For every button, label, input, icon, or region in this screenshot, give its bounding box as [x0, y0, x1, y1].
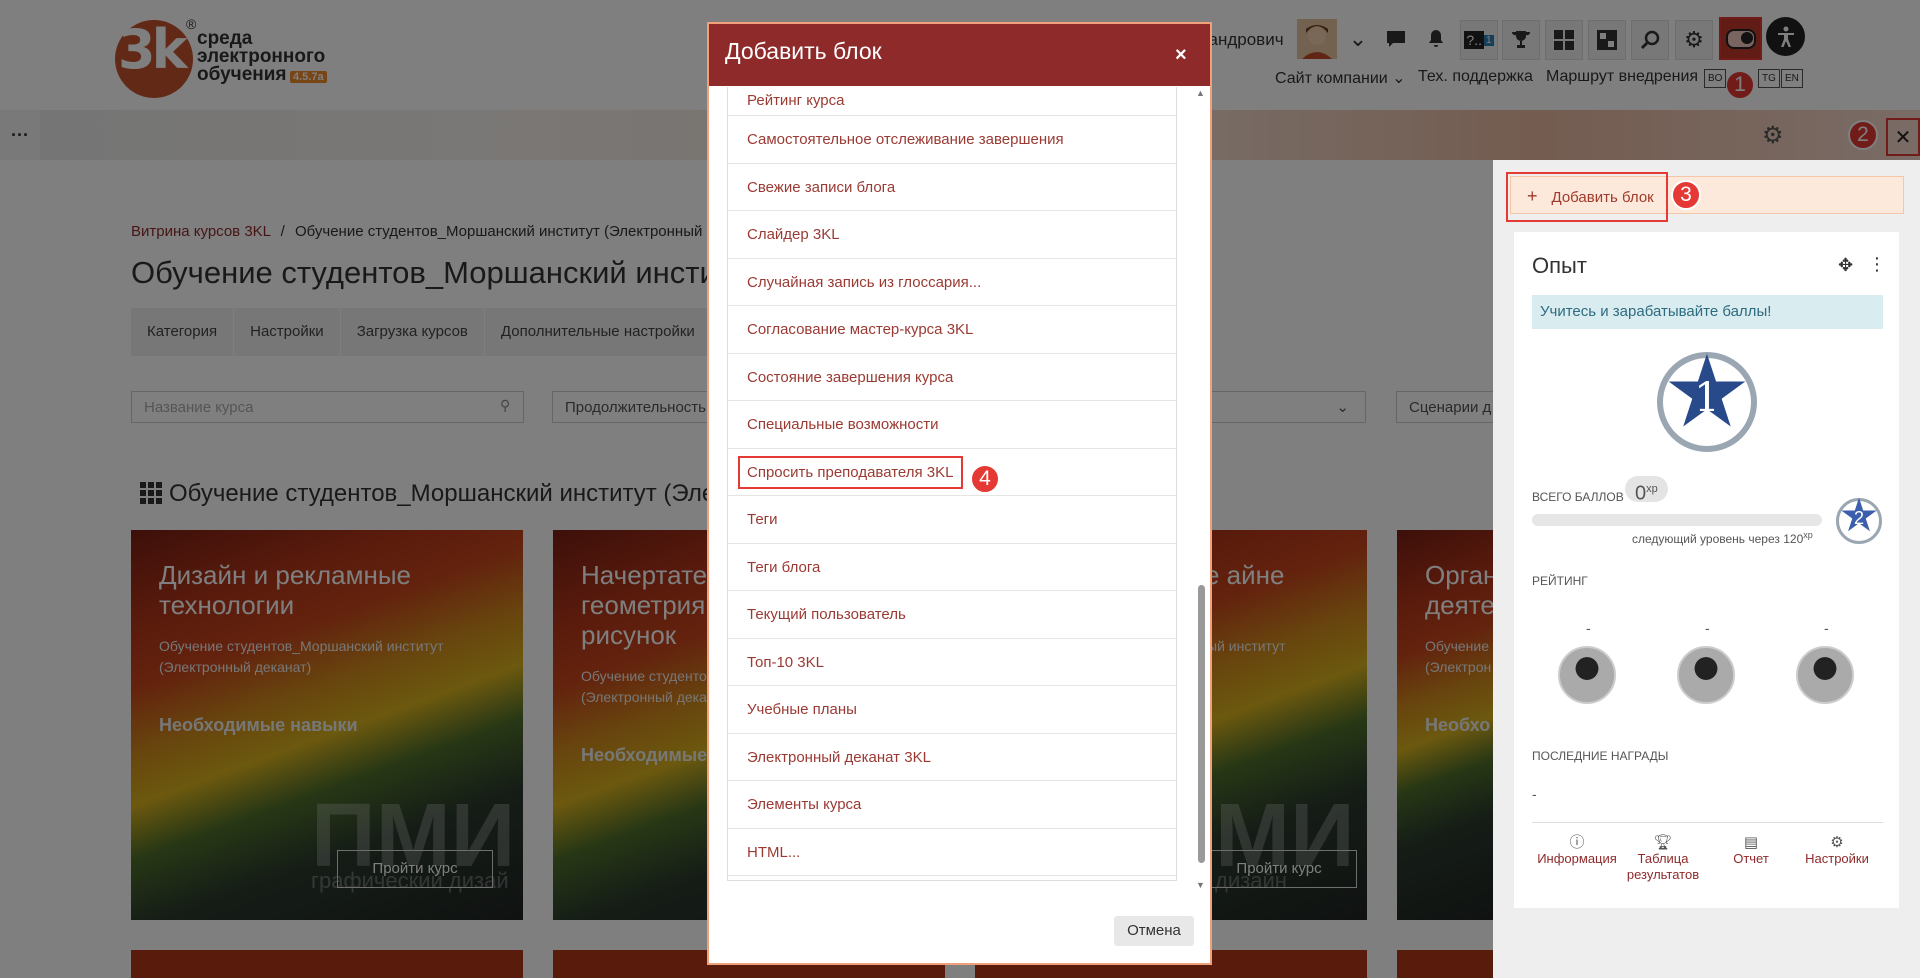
- block-option[interactable]: Теги блога: [728, 543, 1176, 591]
- next-level-points: 120: [1783, 532, 1804, 546]
- add-block-highlight: [1506, 172, 1668, 222]
- block-option[interactable]: Случайная запись из глоссария...: [728, 258, 1176, 306]
- xp-footer-info[interactable]: ⓘ Информация: [1537, 835, 1617, 867]
- block-option[interactable]: Свежие записи блога: [728, 163, 1176, 211]
- cancel-button[interactable]: Отмена: [1114, 916, 1194, 946]
- xp-block: [1514, 232, 1899, 908]
- report-icon: ▤: [1743, 834, 1759, 851]
- xp-footer-info-label: Информация: [1537, 851, 1617, 866]
- block-actions-icon[interactable]: ⋮: [1868, 254, 1886, 275]
- block-option[interactable]: Текущий пользователь: [728, 591, 1176, 639]
- scroll-down-arrow-icon[interactable]: ▼: [1196, 880, 1205, 890]
- next-level-label: следующий уровень через: [1632, 532, 1780, 546]
- total-points-value: 0: [1635, 482, 1647, 505]
- info-icon: ⓘ: [1569, 834, 1585, 851]
- xp-footer-report-label: Отчет: [1733, 851, 1769, 866]
- xp-unit: xp: [1646, 483, 1658, 495]
- block-option[interactable]: Теги: [728, 496, 1176, 544]
- block-option[interactable]: Состояние завершения курса: [728, 353, 1176, 401]
- xp-footer-report[interactable]: ▤ Отчет: [1711, 835, 1791, 867]
- block-option[interactable]: HTML...: [728, 828, 1176, 876]
- trophy-icon: 🏆︎: [1653, 834, 1673, 851]
- recent-awards-label: ПОСЛЕДНИЕ НАГРАДЫ: [1532, 749, 1669, 763]
- total-points-badge: 0xp: [1625, 476, 1668, 505]
- block-option[interactable]: Топ-10 3KL: [728, 638, 1176, 686]
- next-level-unit: xp: [1803, 530, 1813, 540]
- block-option[interactable]: Электронный деканат 3KL: [728, 733, 1176, 781]
- xp-footer-settings[interactable]: ⚙ Настройки: [1797, 835, 1877, 867]
- block-option[interactable]: Согласование мастер-курса 3KL: [728, 306, 1176, 354]
- block-option[interactable]: Специальные возможности: [728, 401, 1176, 449]
- rank-name: -: [1586, 620, 1591, 636]
- block-option[interactable]: Слайдер 3KL: [728, 211, 1176, 259]
- move-icon[interactable]: ✥: [1838, 255, 1853, 276]
- xp-alert: Учитесь и зарабатывайте баллы!: [1532, 295, 1883, 329]
- next-level-text: следующий уровень через 120xp: [1632, 530, 1813, 546]
- dialog-close-icon[interactable]: ×: [1175, 44, 1187, 67]
- rank-avatar: [1558, 646, 1616, 704]
- ask-teacher-label: Спросить преподавателя 3KL: [738, 455, 963, 489]
- rank-avatar: [1677, 646, 1735, 704]
- level-number: 1: [1694, 375, 1720, 421]
- gear-icon: ⚙: [1830, 834, 1844, 851]
- divider: [1532, 822, 1883, 823]
- rating-label: РЕЙТИНГ: [1532, 574, 1588, 588]
- block-option-ask-teacher[interactable]: Спросить преподавателя 3KL: [728, 448, 1176, 496]
- xp-block-title: Опыт: [1532, 253, 1587, 278]
- next-level-number: 2: [1853, 508, 1864, 528]
- block-option[interactable]: Самостоятельное отслеживание завершения: [728, 116, 1176, 164]
- total-points-label: ВСЕГО БАЛЛОВ: [1532, 490, 1624, 504]
- block-option[interactable]: Элементы курса: [728, 781, 1176, 829]
- step-marker-3: 3: [1671, 180, 1701, 210]
- rank-name: -: [1705, 620, 1710, 636]
- rank-name: -: [1824, 620, 1829, 636]
- block-option[interactable]: Учебные планы: [728, 686, 1176, 734]
- xp-footer-leaderboard[interactable]: 🏆︎ Таблица результатов: [1623, 835, 1703, 883]
- step-marker-4: 4: [970, 464, 1000, 494]
- xp-progress-bar: [1532, 514, 1822, 526]
- xp-footer-leaderboard-label: Таблица результатов: [1626, 851, 1700, 882]
- dialog-title: Добавить блок: [725, 38, 882, 64]
- block-option[interactable]: Рейтинг курса: [728, 87, 1176, 116]
- scrollbar-thumb[interactable]: [1198, 585, 1205, 863]
- scroll-up-arrow-icon[interactable]: ▲: [1196, 88, 1205, 98]
- recent-awards-value: -: [1532, 786, 1537, 802]
- xp-footer-settings-label: Настройки: [1805, 851, 1869, 866]
- block-list: Рейтинг курса Самостоятельное отслеживан…: [727, 87, 1177, 881]
- rank-avatar: [1796, 646, 1854, 704]
